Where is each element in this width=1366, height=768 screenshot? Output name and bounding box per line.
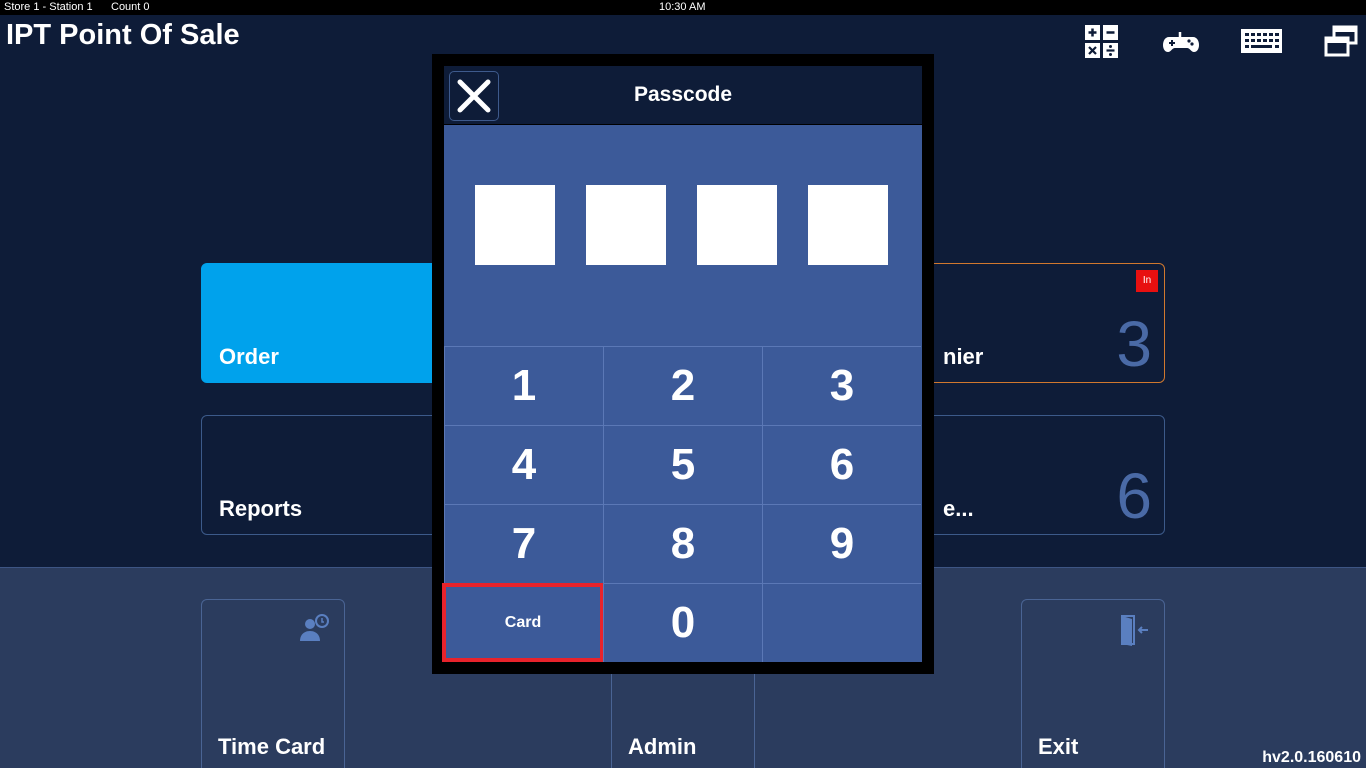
reports-tile[interactable]: Reports bbox=[201, 415, 441, 535]
key-7[interactable]: 7 bbox=[444, 504, 603, 583]
dialog-body: 1 2 3 4 5 6 7 8 9 Card 0 bbox=[442, 125, 922, 662]
key-0[interactable]: 0 bbox=[603, 583, 762, 662]
pin-digit-2[interactable] bbox=[586, 185, 666, 265]
admin-label: Admin bbox=[628, 734, 697, 759]
dialog-header: Passcode bbox=[444, 66, 922, 124]
more-label: e... bbox=[943, 496, 974, 521]
more-count: 6 bbox=[1116, 460, 1152, 532]
dialog-title: Passcode bbox=[633, 83, 733, 106]
key-2[interactable]: 2 bbox=[603, 346, 762, 425]
key-4[interactable]: 4 bbox=[444, 425, 603, 504]
calculator-icon[interactable] bbox=[1084, 24, 1118, 58]
order-tile[interactable]: Order bbox=[201, 263, 441, 383]
key-blank[interactable] bbox=[762, 583, 921, 662]
key-6[interactable]: 6 bbox=[762, 425, 921, 504]
cashier-count: 3 bbox=[1116, 308, 1152, 380]
close-button[interactable] bbox=[449, 71, 499, 121]
status-bar: Store 1 - Station 1 Count 0 10:30 AM bbox=[0, 0, 1366, 15]
key-9[interactable]: 9 bbox=[762, 504, 921, 583]
key-5[interactable]: 5 bbox=[603, 425, 762, 504]
pin-digit-4[interactable] bbox=[808, 185, 888, 265]
clock: 10:30 AM bbox=[659, 1, 706, 13]
user-clock-icon bbox=[298, 614, 330, 647]
in-badge: In bbox=[1136, 270, 1158, 292]
more-tile[interactable]: e... 6 bbox=[925, 415, 1165, 535]
reports-label: Reports bbox=[219, 496, 303, 521]
pin-digit-3[interactable] bbox=[697, 185, 777, 265]
app-title: IPT Point Of Sale bbox=[6, 19, 240, 51]
order-label: Order bbox=[219, 344, 279, 369]
store-station-label: Store 1 - Station 1 bbox=[4, 1, 93, 13]
time-card-button[interactable]: Time Card bbox=[201, 599, 345, 768]
cashier-label: nier bbox=[943, 344, 984, 369]
card-key[interactable]: Card bbox=[442, 583, 604, 662]
gamepad-icon[interactable] bbox=[1163, 24, 1199, 58]
exit-label: Exit bbox=[1038, 734, 1079, 759]
time-card-label: Time Card bbox=[218, 734, 326, 759]
restore-window-icon[interactable] bbox=[1324, 24, 1358, 58]
keypad: 1 2 3 4 5 6 7 8 9 Card 0 bbox=[442, 346, 922, 662]
key-1[interactable]: 1 bbox=[444, 346, 603, 425]
key-8[interactable]: 8 bbox=[603, 504, 762, 583]
count-label: Count 0 bbox=[111, 1, 150, 13]
passcode-dialog: Passcode 1 2 3 4 5 6 7 8 9 Card 0 bbox=[432, 54, 934, 674]
close-icon bbox=[457, 79, 491, 113]
door-exit-icon bbox=[1120, 614, 1150, 651]
exit-button[interactable]: Exit bbox=[1021, 599, 1165, 768]
keyboard-icon[interactable] bbox=[1240, 24, 1282, 58]
version-label: hv2.0.160610 bbox=[1262, 749, 1361, 766]
key-3[interactable]: 3 bbox=[762, 346, 921, 425]
cashier-tile[interactable]: In nier 3 bbox=[925, 263, 1165, 383]
pin-digit-1[interactable] bbox=[475, 185, 555, 265]
